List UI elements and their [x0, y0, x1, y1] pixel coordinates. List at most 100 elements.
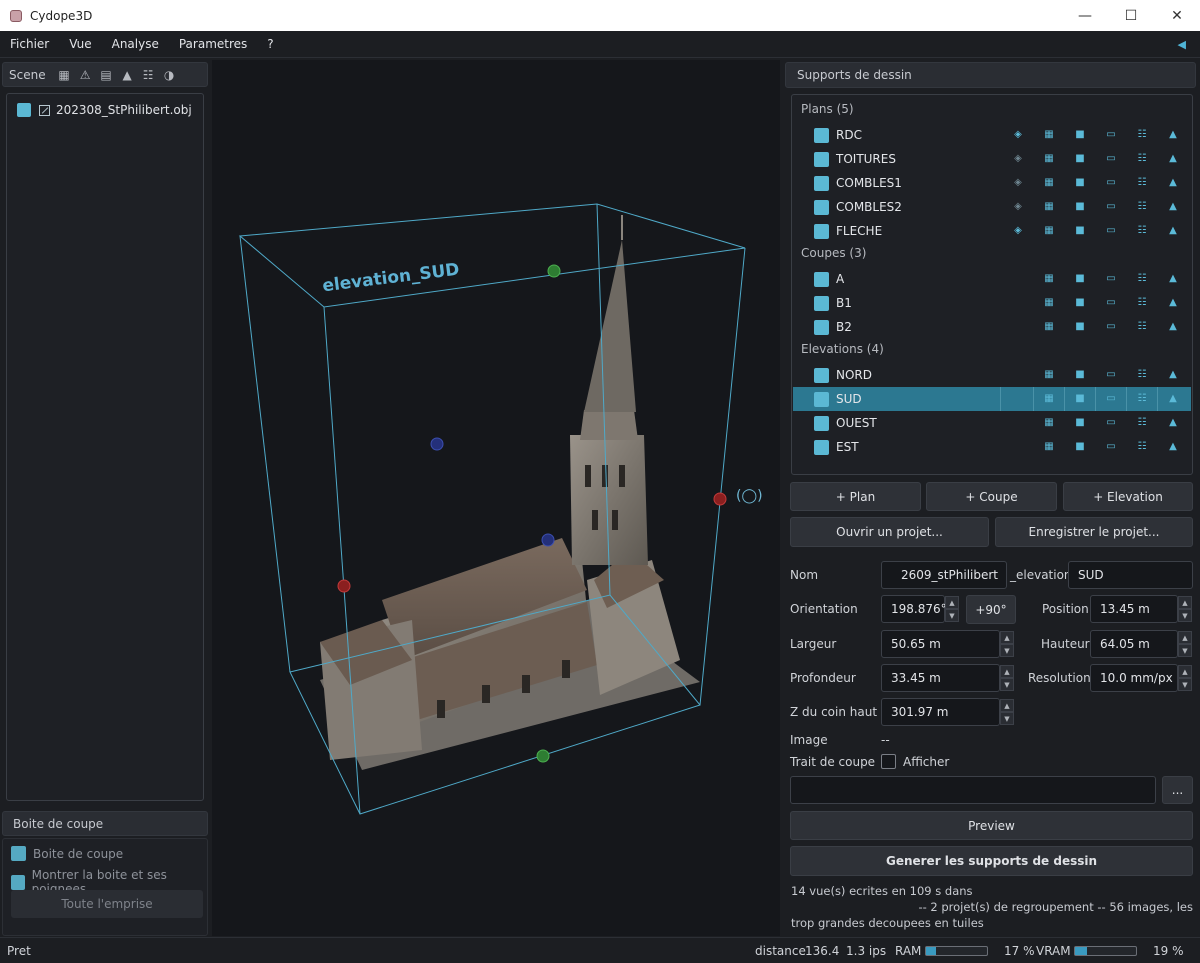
save-project-button[interactable]: Enregistrer le projet... [995, 517, 1193, 547]
elevation-icon[interactable]: ▲ [1167, 369, 1179, 381]
layers-icon[interactable]: ◈ [1012, 225, 1024, 237]
rotate-90-button[interactable]: +90° [966, 595, 1016, 624]
square-icon[interactable]: ■ [1074, 321, 1086, 333]
support-visibility-checkbox[interactable] [814, 128, 829, 143]
columns-icon[interactable]: ☷ [1136, 177, 1148, 189]
shade-icon[interactable]: ◑ [159, 67, 180, 83]
elevation-icon[interactable]: ▲ [1167, 273, 1179, 285]
book-icon[interactable]: ▭ [1105, 201, 1117, 213]
book-icon[interactable]: ▭ [1105, 273, 1117, 285]
orientation-input[interactable]: 198.876° [881, 595, 947, 623]
layers-icon[interactable]: ◈ [1012, 177, 1024, 189]
zcoin-input[interactable]: 301.97 m [881, 698, 1000, 726]
support-row[interactable]: OUEST ▦ ■ ▭ ☷ ▲ [793, 411, 1191, 435]
menu-vue[interactable]: Vue [59, 37, 101, 51]
book-icon[interactable]: ▭ [1105, 417, 1117, 429]
nom-prefix-input[interactable]: 2609_stPhilibert [881, 561, 1007, 589]
model-visibility-checkbox[interactable] [17, 103, 31, 117]
support-row[interactable]: TOITURES ◈ ▦ ■ ▭ ☷ ▲ [793, 147, 1191, 171]
browse-button[interactable]: ... [1162, 776, 1193, 804]
hauteur-stepper[interactable]: ▲ ▼ [1178, 631, 1192, 657]
elevation-icon[interactable]: ▲ [1167, 417, 1179, 429]
book-icon[interactable]: ▭ [1105, 297, 1117, 309]
checker-icon[interactable]: ▦ [1043, 225, 1055, 237]
resolution-stepper[interactable]: ▲ ▼ [1178, 665, 1192, 691]
square-icon[interactable]: ■ [1074, 201, 1086, 213]
nom-suffix-input[interactable]: SUD [1068, 561, 1193, 589]
square-icon[interactable]: ■ [1074, 129, 1086, 141]
elevation-icon[interactable]: ▲ [1167, 225, 1179, 237]
add-coupe-button[interactable]: + Coupe [926, 482, 1057, 511]
tree-item-model[interactable]: 202308_StPhilibert.obj [17, 103, 192, 117]
chart-icon[interactable]: ▤ [96, 67, 117, 83]
3d-viewport[interactable]: (◯) elevation_SUD [212, 60, 780, 936]
book-icon[interactable]: ▭ [1105, 129, 1117, 141]
zcoin-stepper[interactable]: ▲ ▼ [1000, 699, 1014, 725]
support-visibility-checkbox[interactable] [814, 296, 829, 311]
warning-icon[interactable]: ⚠ [75, 67, 96, 83]
checker-icon[interactable]: ▦ [1043, 273, 1055, 285]
checker-icon[interactable]: ▦ [1043, 129, 1055, 141]
book-icon[interactable]: ▭ [1105, 153, 1117, 165]
book-icon[interactable]: ▭ [1105, 369, 1117, 381]
support-visibility-checkbox[interactable] [814, 320, 829, 335]
checker-icon[interactable]: ▦ [1043, 417, 1055, 429]
checker-icon[interactable]: ▦ [1043, 153, 1055, 165]
full-extent-button[interactable]: Toute l'emprise [11, 890, 203, 918]
menu-parametres[interactable]: Parametres [169, 37, 257, 51]
add-plan-button[interactable]: + Plan [790, 482, 921, 511]
position-input[interactable]: 13.45 m [1090, 595, 1178, 623]
support-visibility-checkbox[interactable] [814, 368, 829, 383]
square-icon[interactable]: ■ [1074, 225, 1086, 237]
book-icon[interactable]: ▭ [1105, 393, 1117, 405]
elevation-icon[interactable]: ▲ [117, 67, 138, 83]
profondeur-input[interactable]: 33.45 m [881, 664, 1000, 692]
menu-fichier[interactable]: Fichier [0, 37, 59, 51]
book-icon[interactable]: ▭ [1105, 225, 1117, 237]
elevation-icon[interactable]: ▲ [1167, 321, 1179, 333]
layers-icon[interactable]: ◈ [1012, 129, 1024, 141]
layers-icon[interactable]: ◈ [1012, 153, 1024, 165]
columns-icon[interactable]: ☷ [1136, 369, 1148, 381]
support-visibility-checkbox[interactable] [814, 176, 829, 191]
elevation-icon[interactable]: ▲ [1167, 297, 1179, 309]
path-input[interactable] [790, 776, 1156, 804]
columns-icon[interactable]: ☷ [1136, 393, 1148, 405]
elevation-icon[interactable]: ▲ [1167, 441, 1179, 453]
support-row[interactable]: B2 ▦ ■ ▭ ☷ ▲ [793, 315, 1191, 339]
support-row[interactable]: A ▦ ■ ▭ ☷ ▲ [793, 267, 1191, 291]
menu-analyse[interactable]: Analyse [102, 37, 169, 51]
book-icon[interactable]: ▭ [1105, 321, 1117, 333]
checker-icon[interactable]: ▦ [1043, 369, 1055, 381]
support-row[interactable]: RDC ◈ ▦ ■ ▭ ☷ ▲ [793, 123, 1191, 147]
minimize-button[interactable]: — [1062, 0, 1108, 31]
columns-icon[interactable]: ☷ [1136, 321, 1148, 333]
square-icon[interactable]: ■ [1074, 273, 1086, 285]
support-row[interactable]: NORD ▦ ■ ▭ ☷ ▲ [793, 363, 1191, 387]
support-row[interactable]: B1 ▦ ■ ▭ ☷ ▲ [793, 291, 1191, 315]
preview-button[interactable]: Preview [790, 811, 1193, 840]
largeur-stepper[interactable]: ▲ ▼ [1000, 631, 1014, 657]
support-visibility-checkbox[interactable] [814, 440, 829, 455]
square-icon[interactable]: ■ [1074, 297, 1086, 309]
elevation-icon[interactable]: ▲ [1167, 201, 1179, 213]
columns-icon[interactable]: ☷ [138, 67, 159, 83]
columns-icon[interactable]: ☷ [1136, 417, 1148, 429]
columns-icon[interactable]: ☷ [1136, 297, 1148, 309]
support-visibility-checkbox[interactable] [814, 392, 829, 407]
afficher-checkbox[interactable] [881, 754, 896, 769]
columns-icon[interactable]: ☷ [1136, 273, 1148, 285]
columns-icon[interactable]: ☷ [1136, 441, 1148, 453]
support-row[interactable]: COMBLES1 ◈ ▦ ■ ▭ ☷ ▲ [793, 171, 1191, 195]
checker-icon[interactable]: ▦ [1043, 177, 1055, 189]
checker-icon[interactable]: ▦ [1043, 201, 1055, 213]
layers-icon[interactable]: ◈ [1012, 201, 1024, 213]
open-project-button[interactable]: Ouvrir un projet... [790, 517, 989, 547]
columns-icon[interactable]: ☷ [1136, 225, 1148, 237]
largeur-input[interactable]: 50.65 m [881, 630, 1000, 658]
support-visibility-checkbox[interactable] [814, 200, 829, 215]
orientation-stepper[interactable]: ▲ ▼ [945, 596, 959, 622]
square-icon[interactable]: ■ [1074, 393, 1086, 405]
generate-button[interactable]: Generer les supports de dessin [790, 846, 1193, 876]
support-row[interactable]: SUD ▦ ■ ▭ ☷ ▲ [793, 387, 1191, 411]
